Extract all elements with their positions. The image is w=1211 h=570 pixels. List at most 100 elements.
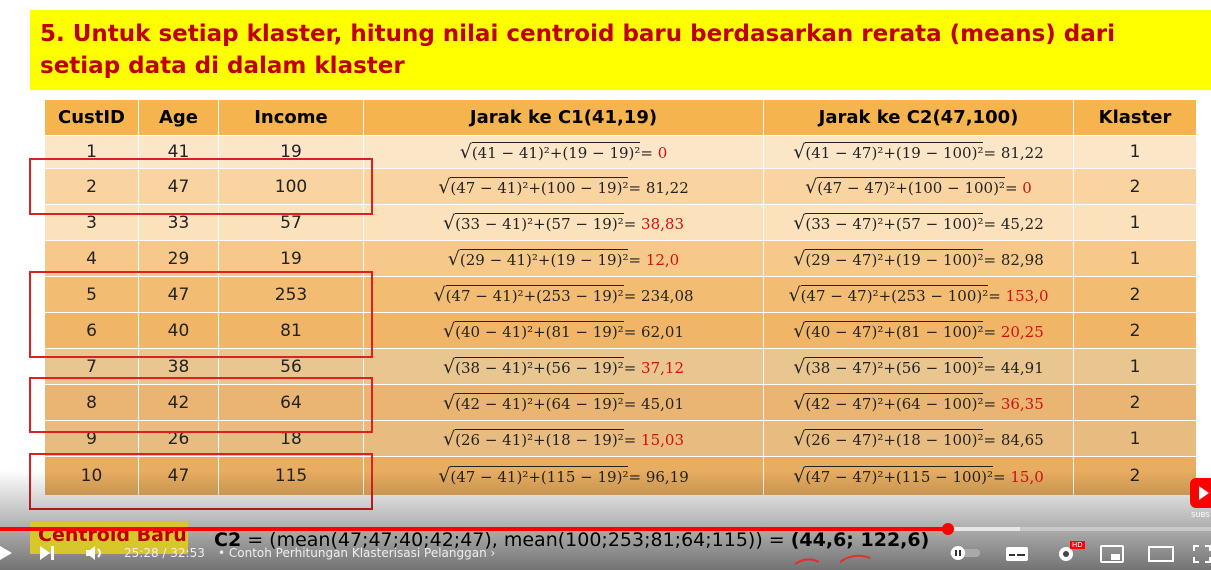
term-age-diff: 40 − 47 <box>811 322 872 341</box>
radicand: (26 − 41)²+(18 − 19)² <box>455 428 624 449</box>
radicand: (42 − 41)²+(64 − 19)² <box>455 392 624 413</box>
distance-result: 38,83 <box>641 214 684 233</box>
radicand: (33 − 47)²+(57 − 100)² <box>805 212 984 233</box>
d2-formula: √(26 − 47)²+(18 − 100)²= 84,65 <box>793 427 1044 450</box>
sqrt-symbol: √ <box>793 141 806 163</box>
d2-formula: √(42 − 47)²+(64 − 100)²= 36,35 <box>793 391 1044 414</box>
distance-result: 234,08 <box>641 286 694 305</box>
d2-distance-cell: √(26 − 47)²+(18 − 100)²= 84,65 <box>763 420 1074 457</box>
sqrt-symbol: √ <box>438 175 451 198</box>
subtitles-icon[interactable] <box>1005 545 1029 563</box>
term-income-diff: 64 − 100 <box>901 394 972 413</box>
header-income: Income <box>218 99 364 136</box>
theater-mode-icon[interactable] <box>1148 545 1174 563</box>
progress-scrubber-handle[interactable] <box>942 523 954 535</box>
d2-formula: √(47 − 47)²+(100 − 100)²= 0 <box>805 175 1032 198</box>
radicand: (29 − 47)²+(19 − 100)² <box>805 248 984 269</box>
term-age-diff: 33 − 47 <box>811 214 872 233</box>
header-cluster: Klaster <box>1073 99 1197 136</box>
term-age-diff: 47 − 47 <box>823 178 884 197</box>
d1-distance-cell: √(47 − 41)²+(100 − 19)²= 81,22 <box>363 168 764 205</box>
cell-cluster: 1 <box>1073 420 1197 457</box>
miniplayer-icon[interactable] <box>1100 545 1124 563</box>
term-age-diff: 41 − 47 <box>811 144 872 162</box>
distance-result: 82,98 <box>1000 250 1044 269</box>
term-age-diff: 33 − 41 <box>460 214 522 233</box>
term-income-diff: 19 − 100 <box>901 250 972 269</box>
handwritten-underline <box>794 554 871 565</box>
d1-distance-cell: √(47 − 41)²+(253 − 19)²= 234,08 <box>363 276 764 313</box>
sqrt-symbol: √ <box>788 283 801 306</box>
distance-result: 15,03 <box>641 430 684 449</box>
d2-formula: √(47 − 47)²+(253 − 100)²= 153,0 <box>788 283 1049 306</box>
d2-formula: √(40 − 47)²+(81 − 100)²= 20,25 <box>793 319 1044 342</box>
distance-result: 153,0 <box>1005 286 1049 305</box>
radicand: (38 − 47)²+(56 − 100)² <box>805 356 984 377</box>
hd-badge: HD <box>1070 541 1085 549</box>
d2-distance-cell: √(38 − 47)²+(56 − 100)²= 44,91 <box>763 348 1074 385</box>
d2-distance-cell: √(29 − 47)²+(19 − 100)²= 82,98 <box>763 240 1074 277</box>
sqrt-symbol: √ <box>793 391 806 414</box>
volume-icon[interactable] <box>84 544 106 562</box>
term-age-diff: 47 − 41 <box>451 286 512 305</box>
radicand: (42 − 47)²+(64 − 100)² <box>805 392 984 413</box>
sqrt-symbol: √ <box>793 319 806 342</box>
d2-distance-cell: √(42 − 47)²+(64 − 100)²= 36,35 <box>763 384 1074 421</box>
slide-title-box: 5. Untuk setiap klaster, hitung nilai ce… <box>30 10 1211 90</box>
subscribe-watermark[interactable] <box>1190 478 1211 508</box>
sqrt-symbol: √ <box>793 427 806 450</box>
sqrt-symbol: √ <box>459 141 472 163</box>
distance-result: 20,25 <box>1000 322 1044 341</box>
play-icon[interactable] <box>0 544 14 562</box>
highlight-box-row-2 <box>29 158 373 215</box>
term-income-diff: 19 − 19 <box>568 144 629 162</box>
cell-cluster: 1 <box>1073 135 1197 169</box>
autoplay-toggle-icon[interactable] <box>948 545 982 561</box>
term-income-diff: 253 − 100 <box>897 286 977 305</box>
subscribe-label: SUBS <box>1191 511 1210 519</box>
radicand: (38 − 41)²+(56 − 19)² <box>455 356 624 377</box>
term-income-diff: 81 − 19 <box>551 322 612 341</box>
distance-result: 44,91 <box>1000 358 1044 377</box>
d2-distance-cell: √(47 − 47)²+(253 − 100)²= 153,0 <box>763 276 1074 313</box>
sqrt-symbol: √ <box>793 355 806 378</box>
highlight-box-rows-5-6 <box>29 271 373 358</box>
d1-distance-cell: √(41 − 41)²+(19 − 19)²= 0 <box>363 135 764 169</box>
d1-formula: √(38 − 41)²+(56 − 19)²= 37,12 <box>443 355 684 378</box>
progress-played <box>0 527 948 531</box>
sqrt-symbol: √ <box>443 211 456 234</box>
d2-distance-cell: √(47 − 47)²+(100 − 100)²= 0 <box>763 168 1074 205</box>
next-icon[interactable] <box>38 544 56 562</box>
radicand: (41 − 47)²+(19 − 100)² <box>805 142 984 162</box>
d1-distance-cell: √(40 − 41)²+(81 − 19)²= 62,01 <box>363 312 764 349</box>
d2-distance-cell: √(40 − 47)²+(81 − 100)²= 20,25 <box>763 312 1074 349</box>
cell-cluster: 1 <box>1073 204 1197 241</box>
term-age-diff: 26 − 47 <box>811 430 872 449</box>
cell-cluster: 2 <box>1073 312 1197 349</box>
sqrt-symbol: √ <box>793 247 806 270</box>
chapter-title[interactable]: • Contoh Perhitungan Klasterisasi Pelang… <box>218 546 495 560</box>
d1-distance-cell: √(33 − 41)²+(57 − 19)²= 38,83 <box>363 204 764 241</box>
d2-formula: √(29 − 47)²+(19 − 100)²= 82,98 <box>793 247 1044 270</box>
term-income-diff: 100 − 100 <box>913 178 994 197</box>
term-income-diff: 57 − 100 <box>901 214 972 233</box>
time-display: 25:28 / 32:53 <box>124 546 205 560</box>
sqrt-symbol: √ <box>433 283 446 306</box>
distance-result: 81,22 <box>1000 144 1044 162</box>
cell-cluster: 2 <box>1073 276 1197 313</box>
radicand: (47 − 41)²+(100 − 19)² <box>450 176 629 197</box>
term-age-diff: 47 − 41 <box>456 178 517 197</box>
header-distance-c1: Jarak ke C1(41,19) <box>363 99 764 136</box>
video-frame[interactable]: 5. Untuk setiap klaster, hitung nilai ce… <box>0 0 1211 570</box>
sqrt-symbol: √ <box>443 355 456 378</box>
slide-title: 5. Untuk setiap klaster, hitung nilai ce… <box>40 21 1116 79</box>
fullscreen-icon[interactable] <box>1193 545 1211 563</box>
cell-cluster: 2 <box>1073 384 1197 421</box>
term-income-diff: 57 − 19 <box>551 214 612 233</box>
distance-result: 84,65 <box>1000 430 1044 449</box>
d2-distance-cell: √(41 − 47)²+(19 − 100)²= 81,22 <box>763 135 1074 169</box>
radicand: (47 − 41)²+(253 − 19)² <box>445 284 624 305</box>
term-age-diff: 38 − 41 <box>460 358 522 377</box>
term-income-diff: 19 − 100 <box>901 144 972 162</box>
radicand: (29 − 41)²+(19 − 19)² <box>459 248 629 269</box>
